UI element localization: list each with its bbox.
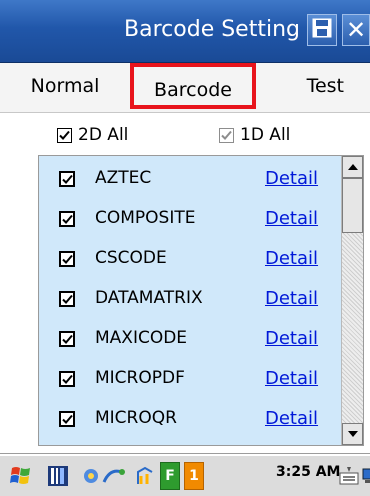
barcode-checkbox[interactable] — [59, 371, 75, 387]
barcode-checkbox[interactable] — [59, 331, 75, 347]
detail-link[interactable]: Detail — [265, 368, 318, 389]
close-button[interactable]: ✕ — [342, 14, 370, 46]
tab-test[interactable]: Test — [260, 71, 370, 101]
scroll-thumb[interactable] — [342, 178, 363, 233]
connectivity-icon — [84, 469, 125, 483]
barcode-checkbox[interactable] — [59, 171, 75, 187]
barcode-name: COMPOSITE — [95, 208, 196, 228]
check-icon — [61, 254, 73, 264]
checkbox-2d-all-label: 2D All — [78, 125, 129, 145]
list-item: AZTEC Detail — [39, 159, 341, 199]
barcode-checkbox[interactable] — [59, 411, 75, 427]
vertical-scrollbar[interactable] — [341, 156, 363, 445]
detail-link[interactable]: Detail — [265, 328, 318, 349]
desktop-button[interactable] — [362, 462, 370, 490]
keyboard-icon — [339, 467, 359, 485]
barcode-list: AZTEC Detail COMPOSITE Detail CSCODE Det… — [38, 155, 364, 446]
barcode-name: CSCODE — [95, 248, 167, 268]
title-bar: Barcode Setting ✕ — [0, 0, 370, 63]
detail-link[interactable]: Detail — [265, 248, 318, 269]
detail-link[interactable]: Detail — [265, 288, 318, 309]
network-icon[interactable] — [80, 462, 130, 490]
signal-icon — [137, 466, 153, 484]
device-icon — [48, 466, 68, 486]
scroll-down-button[interactable] — [342, 423, 363, 445]
check-icon — [61, 294, 73, 304]
tab-barcode[interactable]: Barcode — [130, 63, 256, 109]
save-button[interactable] — [307, 14, 337, 46]
checkbox-1d-all-label: 1D All — [240, 125, 291, 145]
list-item: COMPOSITE Detail — [39, 199, 341, 239]
list-item: CSCODE Detail — [39, 239, 341, 279]
check-icon — [61, 214, 73, 224]
arrow-up-icon — [347, 164, 358, 170]
input-mode-badge[interactable]: 1 — [184, 462, 204, 490]
check-icon — [61, 374, 73, 384]
check-icon — [59, 130, 70, 140]
detail-link[interactable]: Detail — [265, 168, 318, 189]
windows-flag-icon — [10, 467, 30, 484]
app-icon[interactable] — [44, 462, 72, 490]
barcode-checkbox[interactable] — [59, 291, 75, 307]
window-title: Barcode Setting — [124, 17, 300, 42]
barcode-name: MAXICODE — [95, 328, 188, 348]
desktop-icon — [362, 468, 370, 483]
checkbox-1d-all[interactable]: 1D All — [219, 122, 290, 148]
detail-link[interactable]: Detail — [265, 408, 318, 429]
list-item: MAXICODE Detail — [39, 319, 341, 359]
tab-bar: Normal Barcode Test — [0, 63, 370, 113]
barcode-name: MICROQR — [95, 408, 177, 428]
taskbar: F 1 3:25 AM — [0, 454, 370, 496]
keyboard-button[interactable] — [338, 462, 360, 490]
barcode-name: MICROPDF — [95, 368, 185, 388]
barcode-name: DATAMATRIX — [95, 288, 203, 308]
save-icon — [312, 18, 332, 42]
list-item: MICROPDF Detail — [39, 359, 341, 399]
checkbox-1d-all-box[interactable] — [219, 127, 234, 143]
clock[interactable]: 3:25 AM — [276, 464, 340, 480]
barcode-name: AZTEC — [95, 168, 152, 188]
barcode-checkbox[interactable] — [59, 251, 75, 267]
wifi-icon[interactable] — [134, 462, 156, 490]
list-item: DATAMATRIX Detail — [39, 279, 341, 319]
scroll-up-button[interactable] — [342, 156, 363, 178]
close-icon: ✕ — [345, 16, 367, 44]
start-button[interactable] — [6, 462, 36, 490]
check-icon — [61, 334, 73, 344]
detail-link[interactable]: Detail — [265, 208, 318, 229]
checkbox-2d-all-box[interactable] — [57, 127, 72, 143]
list-item: MICROQR Detail — [39, 399, 341, 439]
check-icon — [221, 130, 232, 140]
barcode-checkbox[interactable] — [59, 211, 75, 227]
check-icon — [61, 414, 73, 424]
checkbox-2d-all[interactable]: 2D All — [57, 122, 128, 148]
tab-normal[interactable]: Normal — [10, 71, 120, 101]
function-key-badge[interactable]: F — [160, 462, 180, 490]
arrow-down-icon — [347, 431, 358, 437]
check-icon — [61, 174, 73, 184]
